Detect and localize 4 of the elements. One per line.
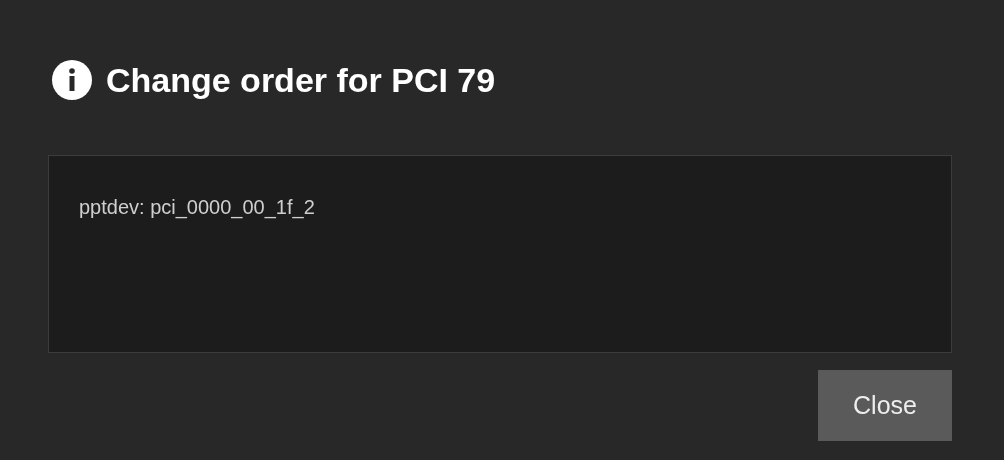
close-button[interactable]: Close xyxy=(818,370,952,441)
content-text: pptdev: pci_0000_00_1f_2 xyxy=(79,196,315,218)
dialog-title: Change order for PCI 79 xyxy=(106,60,496,100)
info-icon xyxy=(52,60,92,100)
